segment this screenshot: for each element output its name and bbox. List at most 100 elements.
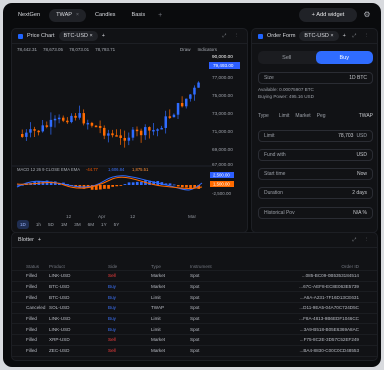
instrument-cell: Spot xyxy=(190,337,200,343)
order-id-cell[interactable]: ...BA4-8830-C00C0CD48553 xyxy=(287,348,377,353)
add-blotter-icon[interactable]: + xyxy=(38,237,41,243)
add-tab-icon[interactable]: + xyxy=(158,12,162,19)
table-row[interactable]: Filled LINK-USD Sell Market Spot ...085-BC09-… xyxy=(12,271,377,282)
side-cell: Buy xyxy=(108,305,116,311)
table-row[interactable]: Filled XRP-USD Sell Market Spot ...F75-8C2E-3… xyxy=(12,335,377,346)
order-id-cell[interactable]: ...A6A-A231-7F16D13CE631 xyxy=(287,295,377,300)
timeframe-3m[interactable]: 3M xyxy=(74,222,80,227)
fund-value[interactable]: USD xyxy=(356,152,367,158)
side-cell: Sell xyxy=(108,348,116,354)
sell-button[interactable]: Sell xyxy=(258,51,316,64)
candle-body xyxy=(21,134,24,137)
table-row[interactable]: Filled BTC-USD Buy Market Spot ...67C-AEF8-EC… xyxy=(12,282,377,293)
timeframe-6m[interactable]: 6M xyxy=(88,222,94,227)
limit-value[interactable]: 78,703 xyxy=(338,133,353,139)
order-id-cell[interactable]: ...67C-AEF8-EC8E063E5739 xyxy=(287,284,377,289)
duration-select[interactable]: Duration 2 days xyxy=(258,187,373,199)
candle-body xyxy=(62,117,65,121)
timeframe-5y[interactable]: 5Y xyxy=(114,222,120,227)
candle-body xyxy=(156,129,159,131)
table-row[interactable]: Canceled SOL-USD Buy TWAP Spot ...D11-9EA5-04… xyxy=(12,303,377,314)
expand-icon[interactable]: ⤢ ⋮ xyxy=(352,33,371,39)
candlestick-chart[interactable]: 90,000.00 79,493.00 77,000.00 75,000.00 … xyxy=(12,29,248,233)
timeframe-1m[interactable]: 1M xyxy=(61,222,67,227)
type-twap[interactable]: TWAP xyxy=(359,113,373,119)
macd-label: MACD 12 26 9 CLOSE EMA EMA xyxy=(17,167,80,172)
header-side[interactable]: Side xyxy=(108,264,151,269)
tab-label: Candles xyxy=(94,12,116,18)
type-peg[interactable]: Peg xyxy=(317,113,326,119)
header-type[interactable]: Type xyxy=(151,264,190,269)
type-label: Type xyxy=(258,113,269,119)
order-symbol: BTC-USD xyxy=(304,33,329,39)
table-row[interactable]: Filled LINK-USD Buy Limit Spot ...F8A-4813-9B… xyxy=(12,314,377,325)
close-icon[interactable]: × xyxy=(76,12,79,18)
status-cell: Filled xyxy=(26,348,37,354)
fund-with-select[interactable]: Fund with USD xyxy=(258,149,373,161)
order-id-cell[interactable]: ...F75-8C2E-3D57C52EF249 xyxy=(287,337,377,342)
macd-histogram-bar xyxy=(189,185,192,188)
status-cell: Filled xyxy=(26,294,37,300)
historical-value[interactable]: N/A % xyxy=(353,210,367,216)
timeframe-1h[interactable]: 1h xyxy=(36,222,41,227)
tab-nextgen[interactable]: NextGen xyxy=(11,9,47,22)
header-order-id[interactable]: Order ID xyxy=(287,264,377,269)
tab-label: NextGen xyxy=(18,12,41,18)
product-cell: LINK-USD xyxy=(49,326,71,332)
table-row[interactable]: Filled LINK-USD Buy Limit Spot ...3A9-B518-B0… xyxy=(12,324,377,336)
product-cell: BTC-USD xyxy=(49,284,70,290)
product-cell: LINK-USD xyxy=(49,273,71,279)
timeframe-5d[interactable]: 5D xyxy=(48,222,54,227)
buy-button[interactable]: Buy xyxy=(315,51,373,64)
side-cell: Sell xyxy=(108,273,116,279)
limit-unit: USD xyxy=(356,133,367,139)
header-instrument[interactable]: Instrument xyxy=(190,264,287,269)
status-cell: Filled xyxy=(26,316,37,322)
orders-table: Status Product Side Type Instrument Orde… xyxy=(12,262,377,357)
tab-label: Basis xyxy=(131,12,146,18)
duration-value[interactable]: 2 days xyxy=(352,190,367,196)
header-status[interactable]: Status xyxy=(12,264,49,269)
type-cell: Market xyxy=(151,273,166,279)
order-id-cell[interactable]: ...085-BC09-0B5353184514 xyxy=(287,273,377,278)
macd-histogram-bar xyxy=(135,181,139,185)
size-input[interactable]: Size 1D BTC xyxy=(258,72,373,84)
type-market[interactable]: Market xyxy=(295,113,310,119)
gear-icon[interactable]: ⚙ xyxy=(361,9,373,21)
price-chart-panel: Price Chart BTC-USD × + ⤢ ⋮ 78,442.31 78… xyxy=(11,28,248,233)
size-unit[interactable]: 1D BTC xyxy=(349,75,367,81)
timeframe-1d[interactable]: 1D xyxy=(17,220,29,229)
order-id-cell[interactable]: ...3A9-B518-B05E6369A8AC xyxy=(287,327,377,332)
start-label: Start time xyxy=(264,171,286,177)
header-product[interactable]: Product xyxy=(49,264,108,269)
historical-pov-input[interactable]: Historical Pov N/A % xyxy=(258,207,373,219)
candle-body xyxy=(127,137,131,141)
start-value[interactable]: Now xyxy=(357,171,367,177)
timeframe-1y[interactable]: 1Y xyxy=(101,222,107,227)
candle-body xyxy=(197,82,200,88)
add-order-icon[interactable]: + xyxy=(343,33,346,39)
macd-axis-label: 2,500.00 xyxy=(213,173,230,178)
tab-twap[interactable]: TWAP × xyxy=(49,8,86,22)
add-widget-button[interactable]: + Add widget xyxy=(299,8,357,22)
table-row[interactable]: Filled BTC-USD Buy Limit Spot ...A6A-A231-7F1… xyxy=(12,292,377,304)
macd-histogram-bar xyxy=(181,185,184,188)
order-id-cell[interactable]: ...F8A-4813-9B6EDF1046CC xyxy=(287,316,377,321)
instrument-cell: Spot xyxy=(190,284,200,290)
table-row[interactable]: Filled ZEC-USD Sell Market Spot ...BA4-8830-C… xyxy=(12,346,377,357)
instrument-cell: Spot xyxy=(190,305,200,311)
date-label: 12 xyxy=(66,214,72,219)
order-id-cell[interactable]: ...D11-9EA5-04A70C724D5C xyxy=(287,305,377,310)
type-cell: Market xyxy=(151,337,166,343)
order-symbol-pill[interactable]: BTC-USD × xyxy=(299,31,339,41)
start-time-select[interactable]: Start time Now xyxy=(258,168,373,180)
expand-icon[interactable]: ⤢ ⋮ xyxy=(352,237,371,243)
candle-body xyxy=(29,129,32,133)
candle-body xyxy=(107,133,110,136)
type-limit[interactable]: Limit xyxy=(279,113,290,119)
limit-input[interactable]: Limit 78,703 USD xyxy=(258,130,373,142)
tab-candles[interactable]: Candles xyxy=(88,9,123,22)
buying-power: Buying Power: 495.16 USD xyxy=(258,94,314,99)
tab-basis[interactable]: Basis xyxy=(124,9,152,22)
candle-body xyxy=(33,129,36,131)
